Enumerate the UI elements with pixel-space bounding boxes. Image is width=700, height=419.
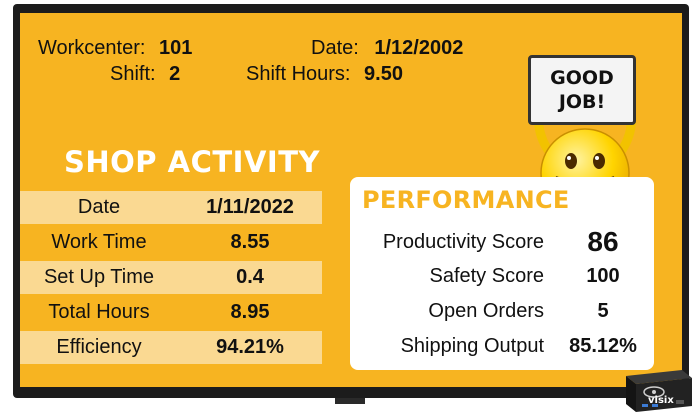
shop-row-value: 94.21% [216,336,284,358]
performance-value: 5 [597,300,609,322]
shop-row: Set Up Time 0.4 [20,261,322,294]
shift-field: Shift: 2 [110,63,180,86]
performance-label: Open Orders [428,300,544,322]
media-player-icon [626,370,692,412]
performance-row: Shipping Output 85.12% [350,335,654,365]
shop-row: Total Hours 8.95 [20,296,322,329]
date-label: Date: [311,37,359,59]
workcenter-label: Workcenter: [38,37,146,59]
performance-value: 100 [586,265,620,287]
workcenter-field: Workcenter: 101 [38,37,192,60]
monitor-stand [335,398,365,404]
digital-signage-display: Workcenter: 101 Shift: 2 Date: 1/12/2002… [0,0,700,419]
performance-label: Productivity Score [382,231,544,253]
performance-row: Open Orders 5 [350,300,654,330]
performance-value: 85.12% [569,335,637,357]
shop-row-value: 1/11/2022 [206,196,294,218]
shift-hours-field: Shift Hours: 9.50 [246,63,403,86]
performance-card: PERFORMANCE Productivity Score 86 Safety… [350,177,654,370]
shop-row-label: Efficiency [56,336,142,358]
date-value: 1/12/2002 [374,37,464,59]
shop-row-label: Work Time [51,231,147,253]
date-field: Date: 1/12/2002 [311,37,463,60]
good-job-sign: GOOD JOB! [528,55,636,125]
shop-activity-title: SHOP ACTIVITY [64,145,320,179]
performance-label: Shipping Output [400,335,544,357]
performance-label: Safety Score [429,265,544,287]
shop-row: Efficiency 94.21% [20,331,322,364]
performance-title: PERFORMANCE [362,186,570,214]
shop-row-value: 0.4 [236,266,264,288]
shop-row-label: Set Up Time [43,266,155,288]
shift-hours-label: Shift Hours: [246,63,351,85]
workcenter-value: 101 [159,37,193,59]
shop-row-label: Date [77,196,121,218]
performance-row: Safety Score 100 [350,265,654,295]
sign-line-2: JOB! [558,91,606,113]
visix-brand-label: visix [648,395,674,406]
shop-row: Date 1/11/2022 [20,191,322,224]
shift-label: Shift: [110,63,156,85]
shop-row-value: 8.55 [230,231,270,253]
shift-value: 2 [169,63,181,85]
shop-row: Work Time 8.55 [20,226,322,259]
performance-row: Productivity Score 86 [350,226,654,261]
media-player-device: visix [622,362,694,414]
shop-row-label: Total Hours [48,301,150,323]
shift-hours-value: 9.50 [364,63,403,85]
performance-value: 86 [587,226,619,257]
shop-row-value: 8.95 [230,301,270,323]
sign-line-1: GOOD [550,67,614,89]
signage-screen: Workcenter: 101 Shift: 2 Date: 1/12/2002… [20,13,682,387]
